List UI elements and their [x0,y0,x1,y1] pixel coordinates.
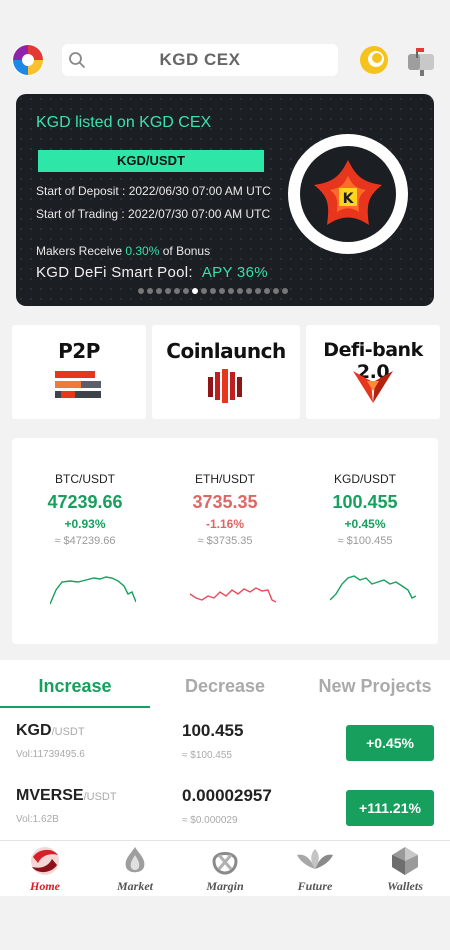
search-bar[interactable]: KGD CEX [62,44,338,76]
coin-icon[interactable] [358,44,390,76]
defi-bank-card[interactable]: Defi-bank 2.0 [306,325,440,419]
nav-wallets-label: Wallets [387,879,423,893]
market-tabs: Increase Decrease New Projects [0,660,450,710]
carousel-dot[interactable] [264,288,270,294]
p2p-card-label: P2P [58,339,100,363]
nav-margin[interactable]: Margin [180,845,270,894]
nav-wallets[interactable]: Wallets [360,845,450,894]
nav-home-label: Home [30,879,60,893]
nav-home[interactable]: Home [0,845,90,894]
promo-banner[interactable]: KGD listed on KGD CEX KGD/USDT Start of … [16,94,434,306]
carousel-dot[interactable] [174,288,180,294]
p2p-card[interactable]: P2P [12,325,146,419]
nav-market-label: Market [117,879,153,893]
mailbox-icon[interactable] [402,42,438,78]
defi-bank-icon [353,371,393,403]
ticker-price: 47239.66 [47,492,123,512]
carousel-dot[interactable] [147,288,153,294]
kgd-star-logo-icon: K [314,160,382,225]
carousel-dot[interactable] [183,288,189,294]
carousel-dot[interactable] [273,288,279,294]
ticker-change: +0.93% [64,517,106,531]
table-row[interactable]: MVERSE/USDT Vol:1.62B 0.00002957 ≈ $0.00… [0,774,450,842]
app-logo-icon[interactable] [10,42,46,78]
ticker-change: +0.45% [344,517,386,531]
carousel-dot[interactable] [210,288,216,294]
active-tab-indicator [0,706,150,708]
wallets-icon [392,847,418,875]
svg-text:K: K [343,191,355,207]
ticker-usd: ≈ $47239.66 [54,535,116,547]
carousel-dot[interactable] [246,288,252,294]
carousel-dot[interactable] [156,288,162,294]
carousel-dot[interactable] [237,288,243,294]
nav-future[interactable]: Future [270,845,360,894]
ticker-usd: ≈ $3735.35 [197,535,253,547]
tab-decrease[interactable]: Decrease [150,676,300,697]
row-change-button[interactable]: +111.21% [346,790,434,826]
row-price-usd: ≈ $0.000029 [182,815,238,826]
ticker-pair: BTC/USDT [55,472,115,486]
bottom-nav: Home Market Margin Future Wallets [0,840,450,896]
banner-pair-label: KGD/USDT [38,150,264,172]
p2p-icon [55,371,101,398]
carousel-dot[interactable] [228,288,234,294]
future-icon [297,849,333,869]
carousel-dot[interactable] [282,288,288,294]
nav-future-label: Future [297,879,333,893]
ticker-sparkline [50,576,136,605]
row-price: 100.455 [182,721,244,740]
carousel-dot[interactable] [138,288,144,294]
banner-title: KGD listed on KGD CEX [36,114,212,131]
carousel-dot[interactable] [219,288,225,294]
nav-margin-label: Margin [206,879,244,893]
row-symbol: KGD/USDT [16,722,85,739]
ticker-pair: ETH/USDT [195,472,255,486]
carousel-dot[interactable] [165,288,171,294]
banner-pool-line: KGD DeFi Smart Pool: APY 36% [36,264,268,281]
search-text: KGD CEX [159,50,241,69]
ticker-pair: KGD/USDT [333,472,396,486]
row-price: 0.00002957 [182,786,272,805]
banner-deposit-line: Start of Deposit : 2022/06/30 07:00 AM U… [36,184,271,198]
kgd-badge-icon: K [288,134,408,254]
carousel-dots[interactable] [138,288,288,294]
banner-trading-line: Start of Trading : 2022/07/30 07:00 AM U… [36,207,271,221]
tab-increase[interactable]: Increase [0,676,150,697]
ticker-change: -1.16% [205,517,245,531]
row-change-button[interactable]: +0.45% [346,725,434,761]
nav-market[interactable]: Market [90,845,180,894]
table-row[interactable]: KGD/USDT Vol:11739495.6 100.455 ≈ $100.4… [0,709,450,777]
ticker-usd: ≈ $100.455 [337,535,393,547]
row-volume: Vol:11739495.6 [16,749,85,760]
market-icon [125,847,145,873]
ticker-price: 100.455 [332,492,398,512]
banner-makers-line: Makers Receive 0.30% of Bonus [36,244,211,258]
row-price-usd: ≈ $100.455 [182,750,232,761]
coinlaunch-card[interactable]: Coinlaunch [152,325,300,419]
row-symbol: MVERSE/USDT [16,787,117,804]
coinlaunch-icon [208,369,242,403]
margin-icon [212,852,238,875]
coinlaunch-card-label: Coinlaunch [166,339,286,363]
ticker-price: 3735.35 [192,492,258,512]
top-header: KGD CEX [0,0,450,90]
tab-new-projects[interactable]: New Projects [300,676,450,697]
ticker-sparkline [330,575,416,601]
ticker-panel: BTC/USDT 47239.66 +0.93% ≈ $47239.66 ETH… [12,438,438,644]
search-icon [69,52,85,68]
carousel-dot[interactable] [201,288,207,294]
row-volume: Vol:1.62B [16,814,59,825]
carousel-dot[interactable] [192,288,198,294]
home-icon [31,847,59,875]
carousel-dot[interactable] [255,288,261,294]
ticker-sparkline [190,587,276,603]
